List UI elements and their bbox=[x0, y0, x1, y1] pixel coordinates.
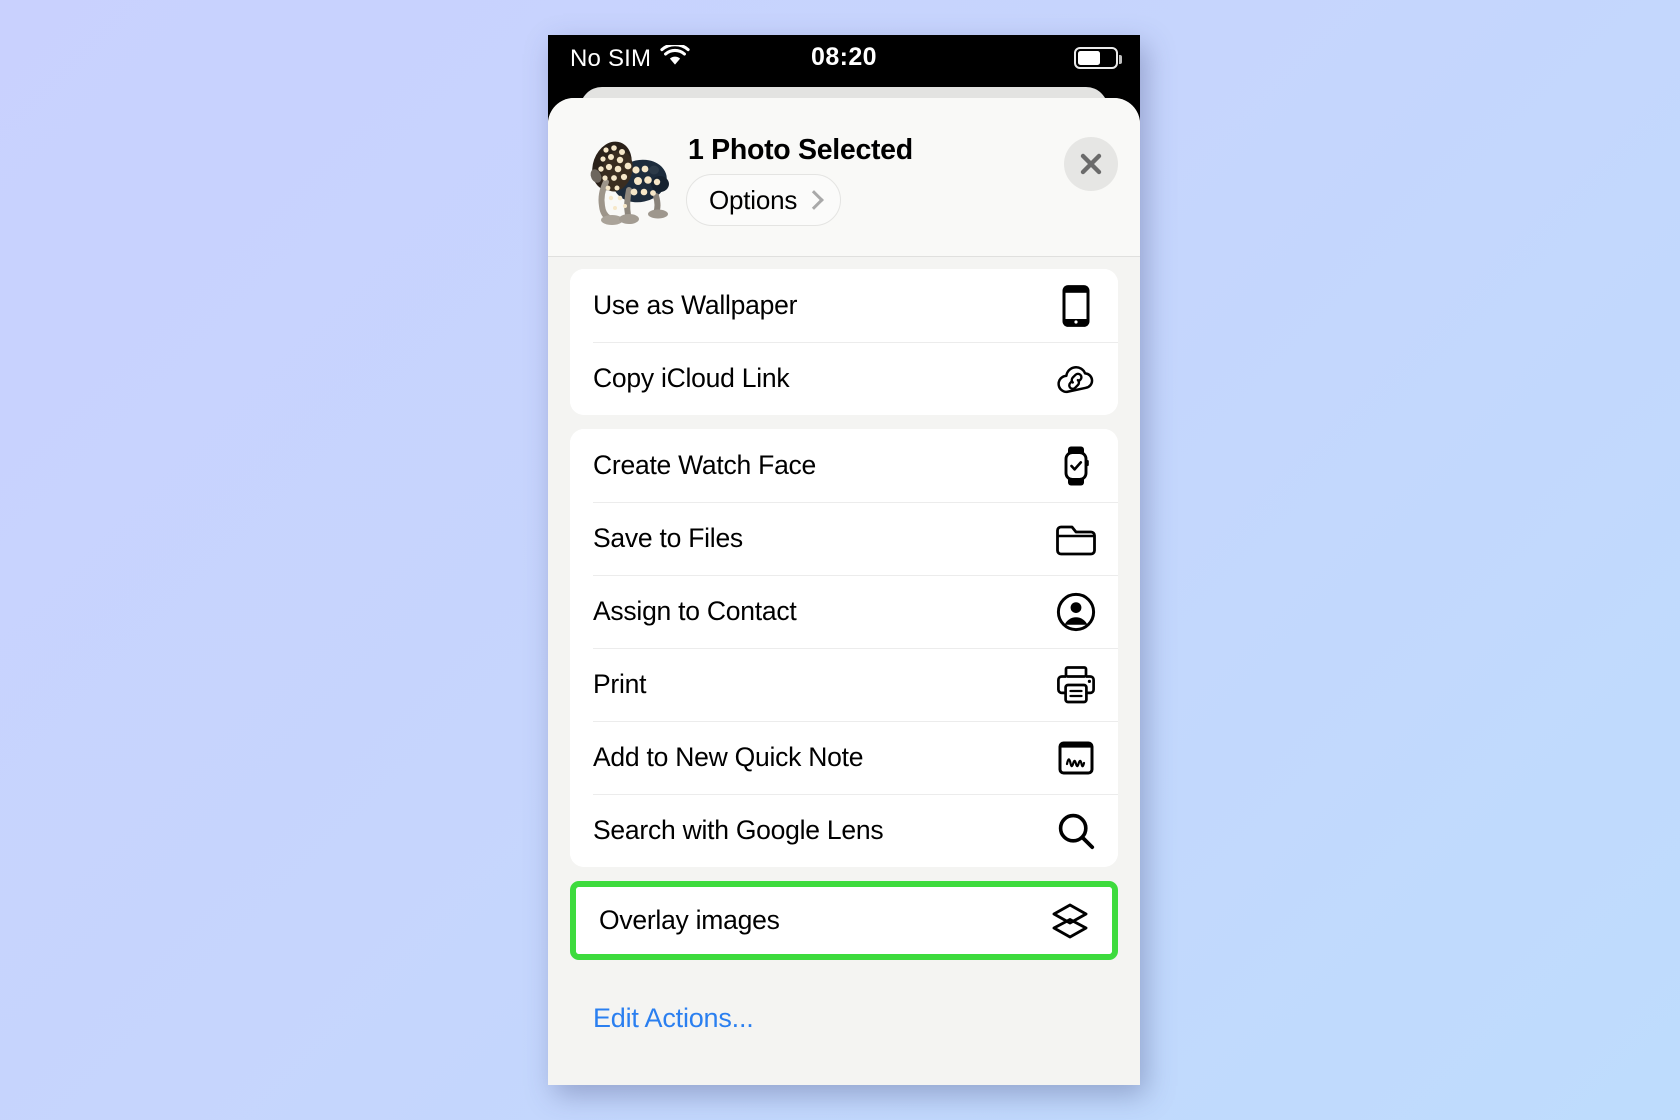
edit-actions-button[interactable]: Edit Actions... bbox=[548, 988, 1140, 1048]
share-sheet-header: 1 Photo Selected Options bbox=[548, 98, 1140, 257]
chevron-right-icon bbox=[804, 189, 825, 210]
action-row-create-watch-face[interactable]: Create Watch Face bbox=[570, 429, 1118, 502]
action-row-add-to-new-quick-note[interactable]: Add to New Quick Note bbox=[570, 721, 1118, 794]
action-row-copy-icloud-link[interactable]: Copy iCloud Link bbox=[570, 342, 1118, 415]
action-label: Create Watch Face bbox=[593, 450, 817, 481]
apple-watch-icon bbox=[1055, 445, 1097, 487]
share-sheet-actions: Use as Wallpaper Copy iCloud Link Create… bbox=[548, 269, 1140, 1048]
action-label: Save to Files bbox=[593, 523, 743, 554]
action-group-2: Create Watch Face Save to Files Assign t… bbox=[570, 429, 1118, 867]
action-row-use-as-wallpaper[interactable]: Use as Wallpaper bbox=[570, 269, 1118, 342]
action-label: Copy iCloud Link bbox=[593, 363, 790, 394]
battery-icon bbox=[1074, 47, 1122, 69]
person-circle-icon bbox=[1055, 591, 1097, 633]
options-button-label: Options bbox=[709, 185, 798, 215]
status-bar: No SIM 08:20 bbox=[548, 35, 1140, 87]
action-row-assign-to-contact[interactable]: Assign to Contact bbox=[570, 575, 1118, 648]
action-row-save-to-files[interactable]: Save to Files bbox=[570, 502, 1118, 575]
share-sheet: 1 Photo Selected Options Use as Wallpape… bbox=[548, 98, 1140, 1085]
photo-thumbnail[interactable] bbox=[572, 124, 676, 234]
iphone-icon bbox=[1055, 284, 1097, 327]
action-group-1: Use as Wallpaper Copy iCloud Link bbox=[570, 269, 1118, 415]
battery-fill bbox=[1078, 51, 1100, 65]
battery-cap bbox=[1118, 55, 1122, 64]
search-icon bbox=[1055, 810, 1097, 852]
layers-icon bbox=[1049, 900, 1091, 942]
action-label: Use as Wallpaper bbox=[593, 290, 798, 321]
action-label: Overlay images bbox=[599, 905, 780, 936]
folder-icon bbox=[1055, 518, 1097, 560]
action-label: Search with Google Lens bbox=[593, 815, 884, 846]
status-bar-right bbox=[1074, 47, 1122, 69]
close-button[interactable] bbox=[1064, 137, 1118, 191]
icloud-link-icon bbox=[1055, 358, 1097, 400]
status-bar-clock: 08:20 bbox=[811, 43, 877, 71]
action-label: Add to New Quick Note bbox=[593, 742, 864, 773]
action-label: Assign to Contact bbox=[593, 596, 797, 627]
action-group-3-highlighted: Overlay images bbox=[570, 881, 1118, 960]
page-title: 1 Photo Selected bbox=[688, 134, 913, 166]
action-row-overlay-images[interactable]: Overlay images bbox=[576, 887, 1112, 954]
close-icon bbox=[1080, 153, 1102, 175]
quick-note-icon bbox=[1055, 737, 1097, 779]
action-row-print[interactable]: Print bbox=[570, 648, 1118, 721]
printer-icon bbox=[1055, 664, 1097, 706]
action-row-search-with-google-lens[interactable]: Search with Google Lens bbox=[570, 794, 1118, 867]
options-button[interactable]: Options bbox=[686, 174, 842, 226]
edit-actions-label: Edit Actions... bbox=[593, 1002, 754, 1033]
phone-frame: No SIM 08:20 1 Photo Selected Options Us… bbox=[548, 35, 1140, 1085]
action-label: Print bbox=[593, 669, 647, 700]
